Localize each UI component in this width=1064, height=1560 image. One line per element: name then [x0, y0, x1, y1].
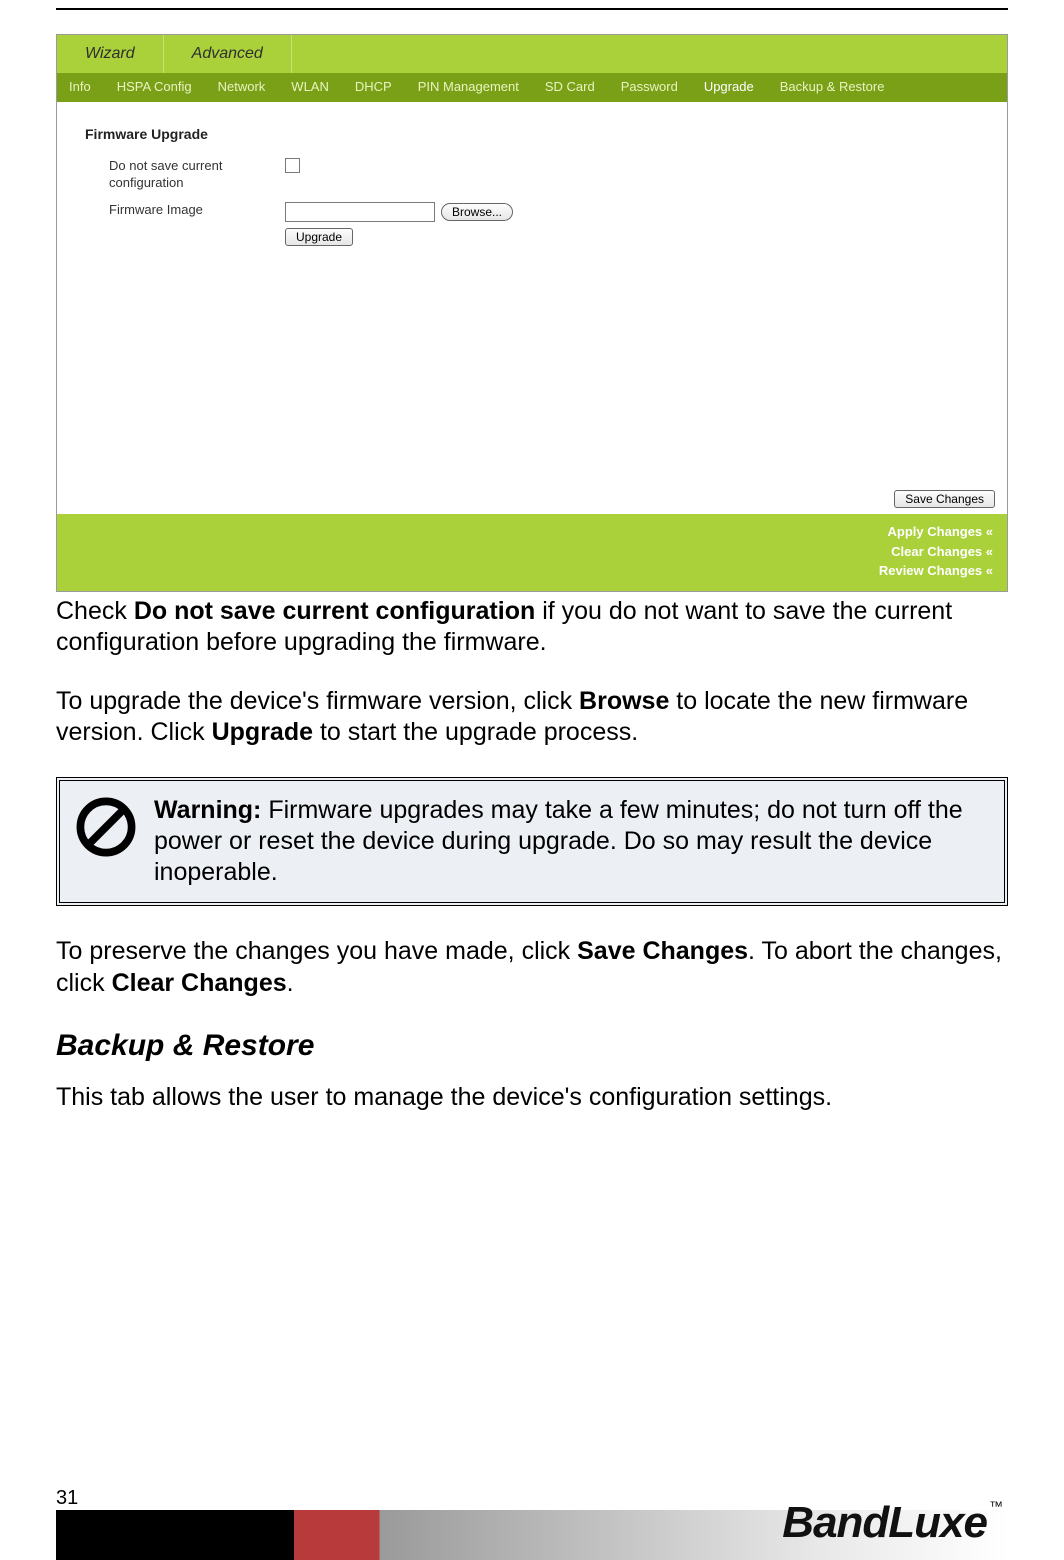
paragraph-1: Check Do not save current configuration …: [56, 596, 1008, 659]
text-bold: Upgrade: [212, 718, 313, 746]
save-row: Save Changes: [57, 482, 1007, 514]
brand-text: BandLuxe: [782, 1498, 987, 1547]
label-firmware-image: Firmware Image: [85, 202, 285, 219]
section-heading-backup-restore: Backup & Restore: [56, 1027, 1008, 1065]
subtab-info[interactable]: Info: [63, 77, 97, 96]
subtab-sd-card[interactable]: SD Card: [539, 77, 601, 96]
paragraph-3: To preserve the changes you have made, c…: [56, 936, 1008, 999]
apply-changes-link[interactable]: Apply Changes «: [57, 522, 993, 542]
subtab-wlan[interactable]: WLAN: [285, 77, 335, 96]
prohibit-icon: [74, 795, 138, 867]
brand-logo: BandLuxe™: [782, 1498, 1002, 1548]
text-bold: Warning:: [154, 796, 261, 824]
warning-box: Warning: Firmware upgrades may take a fe…: [56, 777, 1008, 907]
browse-button[interactable]: Browse...: [441, 203, 513, 221]
top-rule: [56, 8, 1008, 10]
text: To upgrade the device's firmware version…: [56, 687, 579, 715]
page-footer: 31 BandLuxe™: [0, 1487, 1064, 1560]
subtab-password[interactable]: Password: [615, 77, 684, 96]
clear-changes-link[interactable]: Clear Changes «: [57, 542, 993, 562]
text-bold: Save Changes: [577, 937, 748, 965]
tab-wizard[interactable]: Wizard: [57, 35, 164, 73]
paragraph-4: This tab allows the user to manage the d…: [56, 1082, 1008, 1113]
paragraph-2: To upgrade the device's firmware version…: [56, 686, 1008, 749]
row-firmware-image: Firmware Image Browse... Upgrade: [85, 202, 979, 246]
subtab-upgrade[interactable]: Upgrade: [698, 77, 760, 96]
subtab-pin-management[interactable]: PIN Management: [412, 77, 525, 96]
subtab-dhcp[interactable]: DHCP: [349, 77, 398, 96]
section-title: Firmware Upgrade: [85, 126, 979, 142]
sub-tab-bar: Info HSPA Config Network WLAN DHCP PIN M…: [57, 73, 1007, 102]
text: Firmware upgrades may take a few minutes…: [154, 796, 963, 887]
footer-actions: Apply Changes « Clear Changes « Review C…: [57, 514, 1007, 591]
text: To preserve the changes you have made, c…: [56, 937, 577, 965]
subtab-network[interactable]: Network: [212, 77, 272, 96]
label-do-not-save: Do not save current configuration: [85, 158, 285, 192]
router-ui-screenshot: Wizard Advanced Info HSPA Config Network…: [56, 34, 1008, 592]
warning-text: Warning: Firmware upgrades may take a fe…: [154, 795, 986, 889]
panel-body: Firmware Upgrade Do not save current con…: [57, 102, 1007, 482]
tab-advanced[interactable]: Advanced: [164, 35, 292, 73]
row-do-not-save: Do not save current configuration: [85, 158, 979, 192]
main-tab-bar: Wizard Advanced: [57, 35, 1007, 73]
upgrade-button[interactable]: Upgrade: [285, 228, 353, 246]
text: .: [287, 969, 294, 997]
text: Check: [56, 597, 134, 625]
text: to start the upgrade process.: [313, 718, 638, 746]
save-changes-button[interactable]: Save Changes: [894, 490, 995, 508]
text-bold: Do not save current configuration: [134, 597, 535, 625]
file-input-firmware[interactable]: [285, 202, 435, 222]
brand-bar: BandLuxe™: [56, 1510, 1008, 1560]
text-bold: Clear Changes: [112, 969, 287, 997]
trademark-symbol: ™: [989, 1498, 1002, 1514]
checkbox-do-not-save[interactable]: [285, 158, 300, 173]
review-changes-link[interactable]: Review Changes «: [57, 561, 993, 581]
subtab-hspa-config[interactable]: HSPA Config: [111, 77, 198, 96]
subtab-backup-restore[interactable]: Backup & Restore: [774, 77, 891, 96]
article-body: Check Do not save current configuration …: [56, 596, 1008, 1114]
text-bold: Browse: [579, 687, 669, 715]
